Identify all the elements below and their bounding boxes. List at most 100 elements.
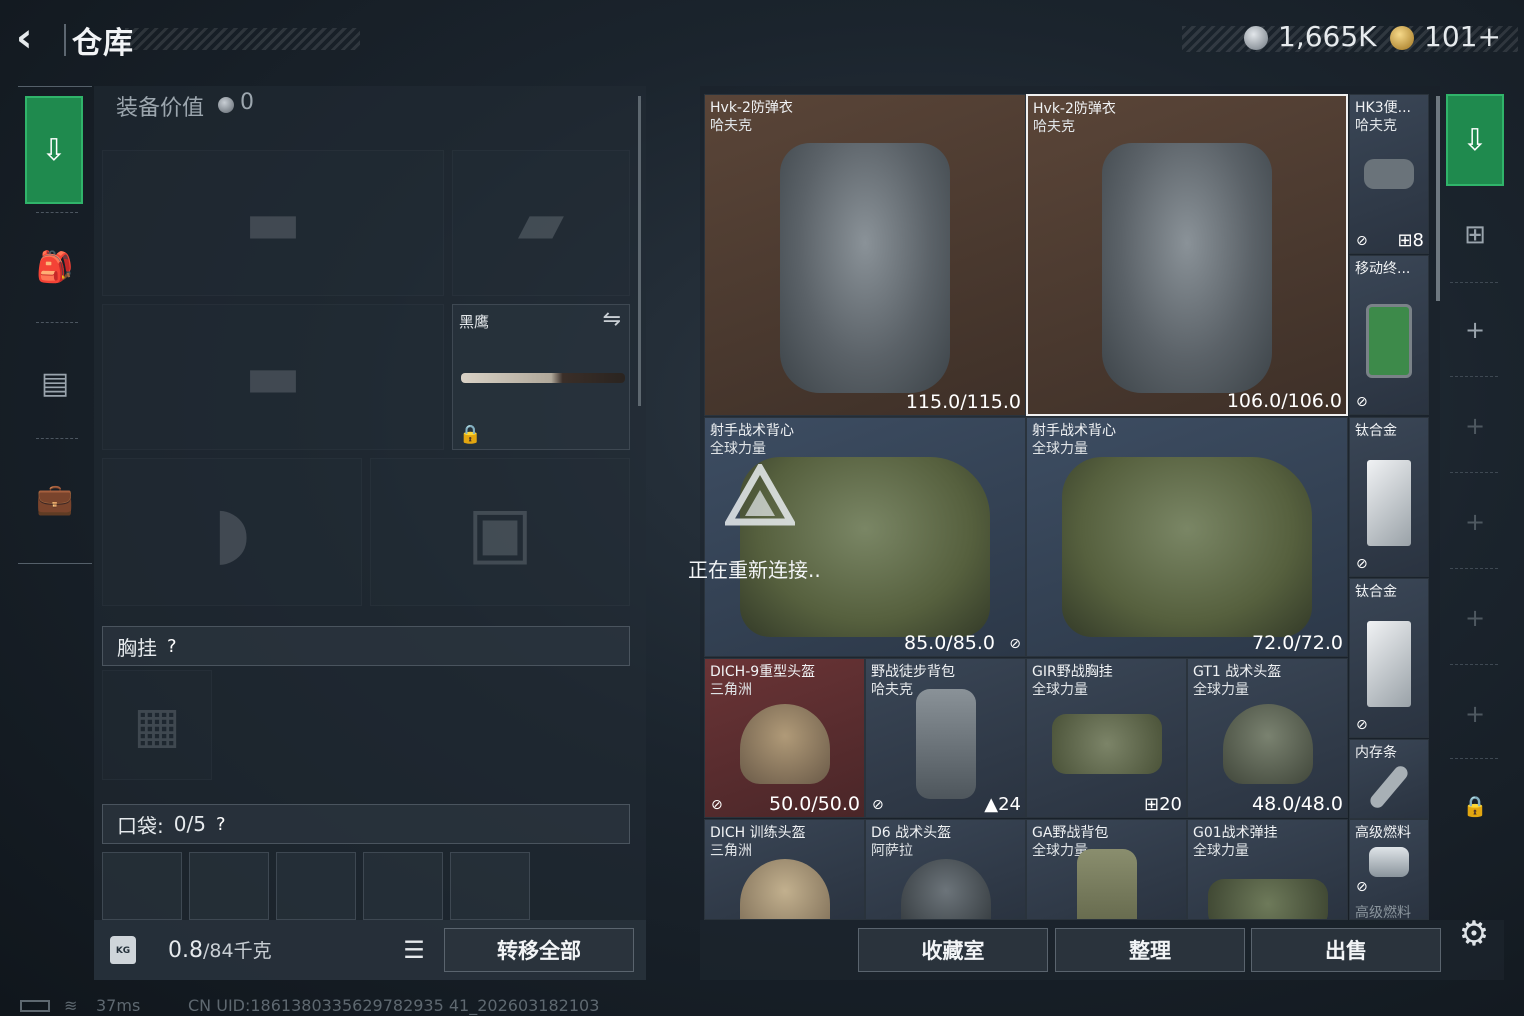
item-maker: 全球力量	[1193, 682, 1249, 698]
item-capacity: 24	[998, 794, 1021, 815]
item-name: 内存条	[1355, 745, 1397, 761]
item-name: G01战术弹挂	[1193, 825, 1278, 841]
item-name: 射手战术背心	[1032, 423, 1116, 439]
tab-briefcase[interactable]: 💼	[18, 444, 92, 554]
organize-button[interactable]: 整理	[1055, 928, 1245, 972]
tab-deposit[interactable]: ⇩	[25, 96, 83, 204]
scrollbar[interactable]	[638, 96, 641, 406]
sell-button[interactable]: 出售	[1251, 928, 1441, 972]
item-maker: 哈夫克	[1355, 118, 1397, 134]
add-tab-icon[interactable]: +	[1452, 700, 1498, 728]
stash-item-armor-selected[interactable]: Hvk-2防弹衣 哈夫克 106.0/106.0	[1026, 94, 1348, 416]
no-share-icon: ⊘	[1009, 636, 1021, 652]
tab-chest-rig[interactable]: ▤	[18, 328, 92, 438]
slot-body-armor[interactable]: ▣	[370, 458, 630, 606]
gear-icon[interactable]: ⚙	[1456, 916, 1492, 952]
chest-rig-image	[1051, 714, 1162, 775]
collection-room-button[interactable]: 收藏室	[858, 928, 1048, 972]
tab-backpack[interactable]: 🎒	[18, 212, 92, 322]
column-separator	[1450, 282, 1498, 283]
add-tab-icon[interactable]: +	[1452, 508, 1498, 536]
stash-item-vest[interactable]: 射手战术背心 全球力量 72.0/72.0	[1026, 417, 1348, 657]
rifle-silhouette-icon: ▬	[244, 188, 302, 258]
weight-icon: KG	[110, 936, 136, 964]
titanium-plate-image	[1367, 460, 1411, 547]
ram-image	[1367, 763, 1411, 811]
weight-readout: 0.8/84千克	[168, 936, 272, 963]
column-separator	[1450, 472, 1498, 473]
pocket-slot[interactable]	[450, 852, 530, 920]
list-view-icon[interactable]: ☰	[394, 930, 434, 970]
column-separator	[1450, 664, 1498, 665]
title-divider	[64, 24, 66, 56]
add-storage-icon[interactable]: ⊞	[1452, 220, 1498, 250]
stash-item-armor[interactable]: Hvk-2防弹衣 哈夫克 115.0/115.0	[704, 94, 1026, 416]
stash-item-titanium[interactable]: 钛合金 ⊘	[1349, 417, 1429, 577]
stash-item-chest-rig[interactable]: G01战术弹挂 全球力量	[1187, 819, 1348, 920]
stash-item-helmet[interactable]: DICH 训练头盔 三角洲	[704, 819, 865, 920]
lock-icon: 🔒	[459, 424, 482, 445]
pocket-slot[interactable]	[276, 852, 356, 920]
stash-item-helmet[interactable]: D6 战术头盔 阿萨拉	[865, 819, 1026, 920]
helmet-image	[1222, 704, 1313, 785]
backpack-image	[1076, 849, 1137, 919]
fuel-can-image	[1369, 846, 1409, 877]
no-share-icon: ⊘	[1356, 394, 1368, 410]
scrollbar[interactable]	[1436, 96, 1440, 301]
terminal-image	[1366, 304, 1412, 379]
item-name: HK3便...	[1355, 100, 1411, 116]
stash-item-titanium[interactable]: 钛合金 ⊘	[1349, 578, 1429, 738]
item-durability: 50.0/50.0	[768, 793, 860, 815]
briefcase-icon: 💼	[36, 481, 74, 517]
stash-item-helmet[interactable]: GT1 战术头盔 全球力量 48.0/48.0	[1187, 658, 1348, 818]
item-name: 野战徒步背包	[871, 664, 955, 680]
item-name: DICH-9重型头盔	[710, 664, 816, 680]
back-arrow-icon[interactable]: ‹	[16, 18, 56, 60]
pistol-silhouette-icon: ▰	[517, 188, 565, 258]
stash-item-backpack[interactable]: 野战徒步背包 哈夫克 ⊘ ▲24	[865, 658, 1026, 818]
silver-coin-icon	[1244, 26, 1268, 50]
no-share-icon: ⊘	[1356, 879, 1368, 895]
ping-readout: 37ms	[96, 996, 141, 1015]
help-icon[interactable]: ?	[216, 814, 226, 835]
chest-rig-label: 胸挂	[117, 635, 157, 660]
add-tab-icon[interactable]: +	[1452, 604, 1498, 632]
weight-max: /84千克	[203, 940, 272, 962]
silver-amount[interactable]: 1,665K	[1278, 20, 1377, 53]
transfer-all-button[interactable]: 转移全部	[444, 928, 634, 972]
column-separator	[1450, 376, 1498, 377]
slot-primary-weapon[interactable]: ▬	[102, 150, 444, 296]
tab-separator	[36, 322, 78, 323]
slot-helmet[interactable]: ◗	[102, 458, 362, 606]
gold-amount[interactable]: 101+	[1424, 20, 1501, 53]
helmet-image	[739, 704, 830, 785]
stash-item-rig[interactable]: HK3便... 哈夫克 ⊘ ⊞8	[1349, 94, 1429, 254]
stash-item-helmet[interactable]: DICH-9重型头盔 三角洲 ⊘ 50.0/50.0	[704, 658, 865, 818]
stash-item-backpack[interactable]: GA野战背包 全球力量	[1026, 819, 1187, 920]
backpack-icon: 🎒	[36, 249, 74, 285]
armor-silhouette-icon: ▣	[466, 491, 534, 573]
slot-melee[interactable]: 黑鹰 ⇋ 🔒	[452, 304, 630, 450]
stash-item-terminal[interactable]: 移动终... ⊘	[1349, 255, 1429, 415]
add-tab-icon[interactable]: +	[1452, 316, 1498, 344]
pocket-slot[interactable]	[189, 852, 269, 920]
help-icon[interactable]: ?	[167, 636, 177, 657]
stash-item-vest[interactable]: 射手战术背心 全球力量 85.0/85.0 ⊘	[704, 417, 1026, 657]
tab-stash-main[interactable]: ⇩	[1446, 94, 1504, 186]
add-tab-icon[interactable]: +	[1452, 412, 1498, 440]
slot-chest-rig[interactable]: ▦	[102, 670, 212, 780]
chest-rig-silhouette-icon: ▦	[133, 696, 181, 754]
chest-rig-icon: ▤	[40, 365, 70, 401]
column-separator	[1450, 568, 1498, 569]
swap-icon[interactable]: ⇋	[603, 307, 621, 332]
stash-item-chest-rig[interactable]: GIR野战胸挂 全球力量 ⊞20	[1026, 658, 1187, 818]
stash-item-ram[interactable]: 内存条	[1349, 739, 1429, 819]
pocket-slot[interactable]	[102, 852, 182, 920]
slot-secondary-weapon[interactable]: ▬	[102, 304, 444, 450]
pocket-slot[interactable]	[363, 852, 443, 920]
weight-current: 0.8	[168, 938, 203, 963]
stash-item-fuel[interactable]: 高级燃料 ⊘ 高级燃料	[1349, 819, 1429, 920]
slot-pistol[interactable]: ▰	[452, 150, 630, 296]
no-share-icon: ⊘	[1356, 556, 1368, 572]
item-maker: 阿萨拉	[871, 843, 913, 859]
